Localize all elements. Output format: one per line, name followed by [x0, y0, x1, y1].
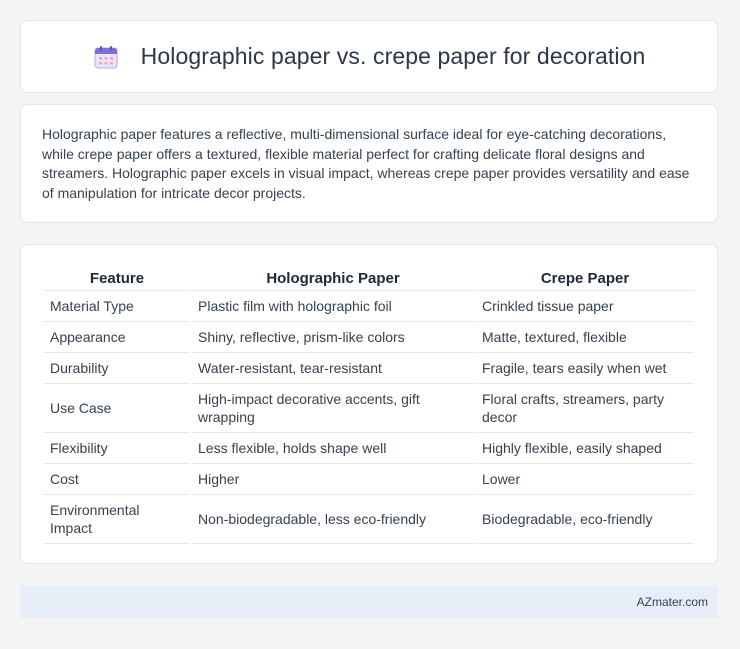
header-holographic: Holographic Paper [192, 265, 474, 291]
row-crepe: Crinkled tissue paper [476, 291, 694, 322]
calendar-icon [93, 44, 119, 70]
table-row: Durability Water-resistant, tear-resista… [44, 353, 694, 384]
row-holographic: High-impact decorative accents, gift wra… [192, 384, 474, 433]
row-holographic: Non-biodegradable, less eco-friendly [192, 495, 474, 544]
row-crepe: Biodegradable, eco-friendly [476, 495, 694, 544]
comparison-card: Feature Holographic Paper Crepe Paper Ma… [20, 244, 718, 564]
page-title: Holographic paper vs. crepe paper for de… [140, 43, 646, 69]
table-row: Flexibility Less flexible, holds shape w… [44, 433, 694, 464]
row-feature: Environmental Impact [44, 495, 190, 544]
intro-card: Holographic paper features a reflective,… [20, 104, 718, 223]
table-row: Use Case High-impact decorative accents,… [44, 384, 694, 433]
table-row: Environmental Impact Non-biodegradable, … [44, 495, 694, 544]
row-crepe: Lower [476, 464, 694, 495]
footer: AZmater.com [20, 585, 718, 618]
row-holographic: Water-resistant, tear-resistant [192, 353, 474, 384]
row-crepe: Fragile, tears easily when wet [476, 353, 694, 384]
table-header-row: Feature Holographic Paper Crepe Paper [44, 265, 694, 291]
row-crepe: Floral crafts, streamers, party decor [476, 384, 694, 433]
table-row: Material Type Plastic film with holograp… [44, 291, 694, 322]
row-feature: Flexibility [44, 433, 190, 464]
comparison-table: Feature Holographic Paper Crepe Paper Ma… [42, 265, 696, 544]
title-card: Holographic paper vs. crepe paper for de… [20, 20, 718, 93]
row-holographic: Higher [192, 464, 474, 495]
table-row: Appearance Shiny, reflective, prism-like… [44, 322, 694, 353]
row-feature: Durability [44, 353, 190, 384]
table-row: Cost Higher Lower [44, 464, 694, 495]
row-crepe: Highly flexible, easily shaped [476, 433, 694, 464]
header-crepe: Crepe Paper [476, 265, 694, 291]
row-holographic: Less flexible, holds shape well [192, 433, 474, 464]
row-feature: Appearance [44, 322, 190, 353]
row-feature: Use Case [44, 384, 190, 433]
intro-text: Holographic paper features a reflective,… [42, 126, 690, 201]
row-crepe: Matte, textured, flexible [476, 322, 694, 353]
row-holographic: Shiny, reflective, prism-like colors [192, 322, 474, 353]
row-feature: Material Type [44, 291, 190, 322]
header-feature: Feature [44, 265, 190, 291]
row-feature: Cost [44, 464, 190, 495]
footer-brand: AZmater.com [636, 594, 708, 609]
row-holographic: Plastic film with holographic foil [192, 291, 474, 322]
